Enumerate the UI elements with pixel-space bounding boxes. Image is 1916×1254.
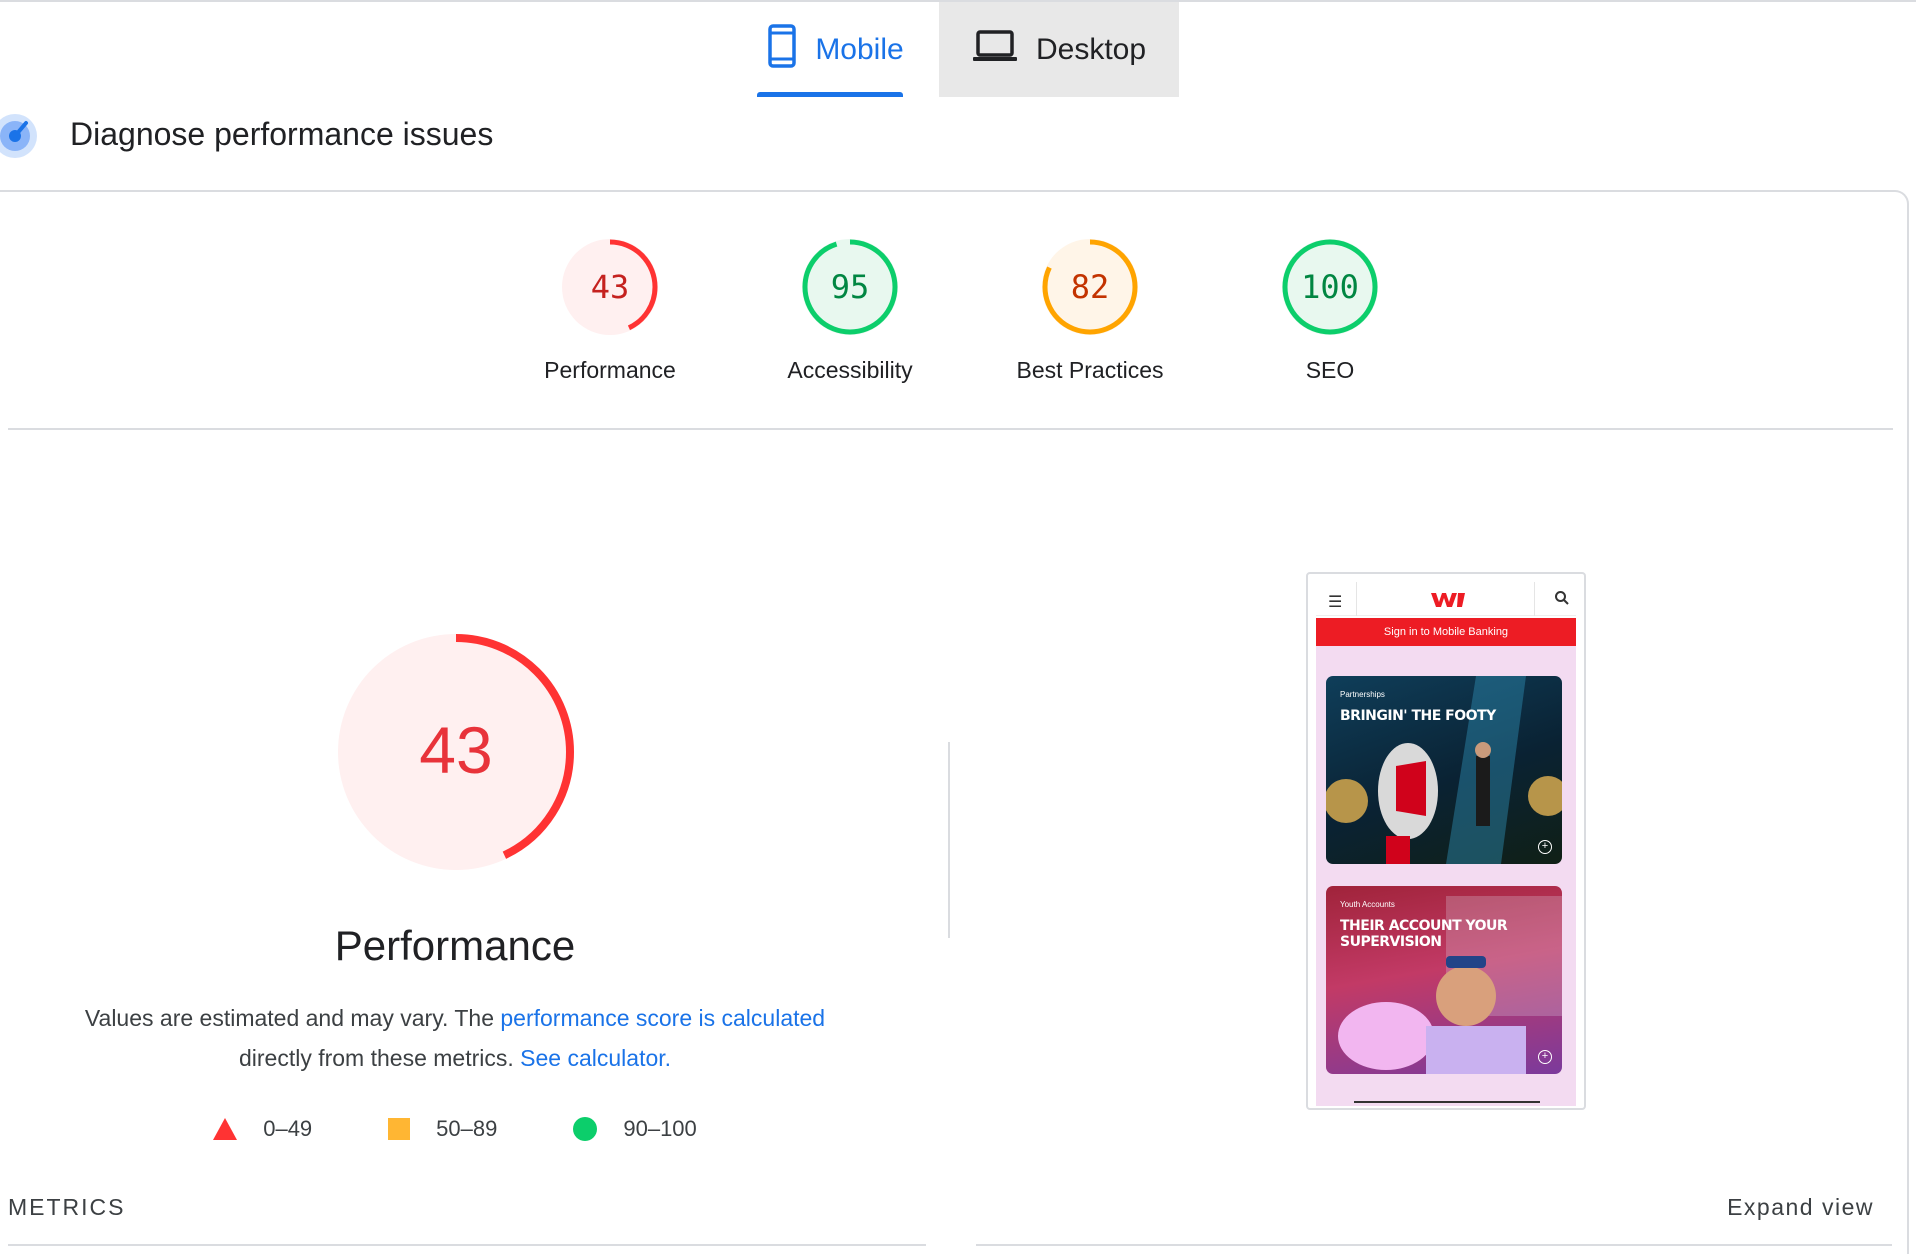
header-divider: [1356, 582, 1357, 616]
legend-fail: 0–49: [213, 1116, 312, 1142]
gauge-performance[interactable]: 43 Performance: [490, 237, 730, 384]
westpac-logo-icon: [1431, 593, 1465, 612]
promo-headline-line-2: SUPERVISION: [1340, 934, 1442, 950]
expand-view-button[interactable]: Expand view: [1727, 1194, 1874, 1221]
gauge-seo[interactable]: 100 SEO: [1210, 237, 1450, 384]
device-tabs: Mobile Desktop: [732, 2, 1179, 97]
desc-middle: directly from these metrics.: [238, 1045, 521, 1071]
metrics-heading: METRICS: [8, 1194, 126, 1220]
performance-big-gauge: 43: [334, 630, 578, 879]
desc-prefix: Values are estimated and may vary. The: [84, 1005, 501, 1031]
score-calculated-link[interactable]: performance score is calculated: [500, 1005, 825, 1031]
performance-title: Performance: [334, 922, 576, 969]
sign-in-banner: Sign in to Mobile Banking: [1316, 618, 1576, 646]
metrics-divider: [976, 1244, 1892, 1246]
triangle-icon: [213, 1118, 238, 1140]
screenshot-footer-line: [1354, 1101, 1540, 1103]
score-legend: 0–49 50–89 90–100: [0, 1116, 910, 1142]
phone-icon: [767, 23, 797, 76]
plus-icon: +: [1538, 1050, 1552, 1064]
screenshot-body: Partnerships BRINGIN' THE FOOTY + Youth …: [1316, 646, 1576, 1106]
gauge-score: 82: [1071, 268, 1110, 306]
promo-kicker: Youth Accounts: [1340, 900, 1395, 909]
score-gauges: 43 Performance 95 Accessibility 82 Best Pract…: [490, 237, 1450, 384]
square-icon: [388, 1118, 411, 1140]
tab-desktop[interactable]: Desktop: [939, 2, 1179, 97]
circle-icon: [573, 1117, 598, 1141]
screenshot-header: ☰: [1316, 582, 1576, 616]
gauge-best-practices[interactable]: 82 Best Practices: [970, 237, 1210, 384]
gauge-ring: 82: [1042, 239, 1138, 335]
gauge-accessibility[interactable]: 95 Accessibility: [730, 237, 970, 384]
tab-mobile-label: Mobile: [815, 32, 904, 66]
header-divider: [1534, 582, 1535, 616]
gauge-score: 95: [831, 268, 870, 306]
performance-big-score: 43: [419, 713, 492, 787]
page-screenshot: ☰ Sign in to Mobile Banking Partnerships…: [1306, 572, 1586, 1110]
promo-headline: THEIR ACCOUNT YOUR SUPERVISION: [1340, 918, 1508, 950]
promo-headline-line-1: THEIR ACCOUNT YOUR: [1340, 918, 1508, 934]
hamburger-icon: ☰: [1328, 594, 1343, 611]
performance-description: Values are estimated and may vary. The p…: [40, 998, 870, 1078]
laptop-icon: [972, 29, 1018, 71]
gauges-divider: [8, 428, 1893, 430]
gauge-label: Performance: [544, 357, 676, 383]
vertical-divider: [948, 742, 950, 938]
legend-pass: 90–100: [573, 1116, 697, 1142]
gauge-score: 100: [1301, 268, 1359, 306]
lighthouse-gauge-icon: [0, 111, 40, 166]
gauge-ring: 100: [1282, 239, 1378, 335]
see-calculator-link[interactable]: See calculator.: [520, 1045, 671, 1071]
gauge-ring: 95: [802, 239, 898, 335]
tab-mobile[interactable]: Mobile: [732, 2, 939, 97]
gauge-ring: 43: [562, 239, 658, 335]
promo-card: Partnerships BRINGIN' THE FOOTY +: [1326, 676, 1562, 864]
gauge-label: Best Practices: [1016, 357, 1164, 383]
tab-desktop-label: Desktop: [1035, 32, 1147, 66]
legend-pass-range: 90–100: [623, 1116, 697, 1141]
promo-card: Youth Accounts THEIR ACCOUNT YOUR SUPERVI…: [1326, 886, 1562, 1074]
page-title: Diagnose performance issues: [70, 116, 494, 152]
legend-fail-range: 0–49: [263, 1116, 313, 1141]
promo-kicker: Partnerships: [1340, 690, 1385, 699]
plus-icon: +: [1538, 840, 1552, 854]
gauge-label: SEO: [1305, 357, 1355, 383]
gauge-score: 43: [591, 268, 630, 306]
promo-headline: BRINGIN' THE FOOTY: [1340, 708, 1496, 724]
metrics-divider: [8, 1244, 926, 1246]
search-icon: [1554, 590, 1570, 611]
legend-average-range: 50–89: [436, 1116, 498, 1141]
legend-average: 50–89: [388, 1116, 497, 1142]
gauge-label: Accessibility: [787, 357, 913, 383]
